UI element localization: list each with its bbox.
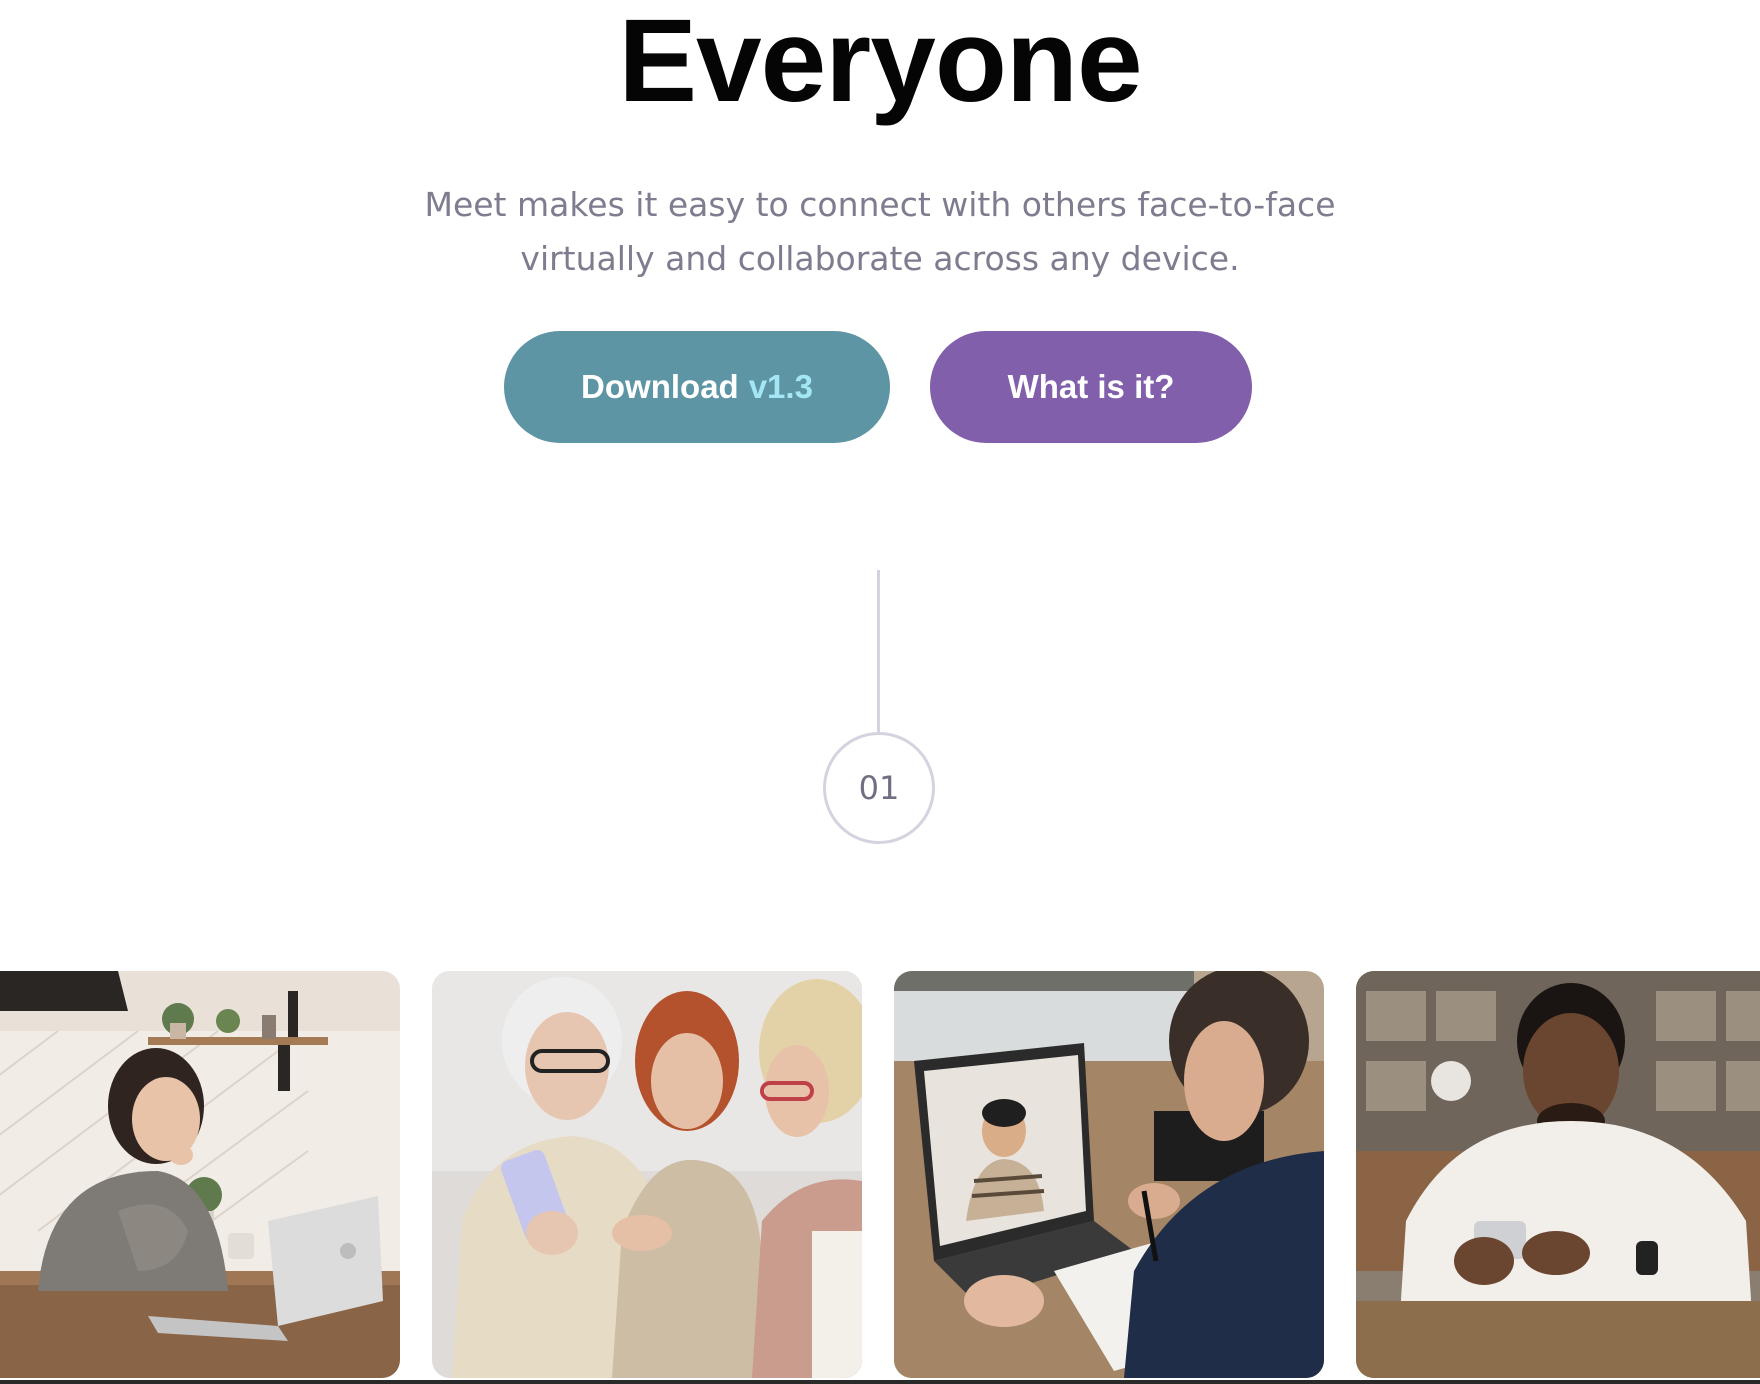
gallery-photo-kitchen-laptop bbox=[0, 971, 400, 1378]
gallery-photo-women-phone bbox=[432, 971, 862, 1378]
download-version: v1.3 bbox=[748, 368, 813, 405]
hero-subtitle-line-1: Meet makes it easy to connect with other… bbox=[424, 185, 1336, 224]
hero-title-container: Everyone bbox=[0, 0, 1760, 130]
hero-subtitle-line-2: virtually and collaborate across any dev… bbox=[520, 239, 1240, 278]
download-button-label: Download bbox=[581, 368, 739, 405]
what-is-it-button-label: What is it? bbox=[1007, 368, 1175, 405]
step-number: 01 bbox=[858, 769, 900, 807]
hero-title: Everyone bbox=[618, 0, 1142, 127]
download-button[interactable]: Download v1.3 bbox=[504, 331, 890, 443]
step-connector-line bbox=[877, 570, 880, 732]
step-number-badge: 01 bbox=[823, 732, 935, 844]
gallery-photo-video-call bbox=[894, 971, 1324, 1378]
hero-subtitle: Meet makes it easy to connect with other… bbox=[0, 178, 1760, 286]
what-is-it-button[interactable]: What is it? bbox=[930, 331, 1252, 443]
bottom-divider bbox=[0, 1380, 1760, 1384]
gallery-photo-man-phone bbox=[1356, 971, 1760, 1378]
